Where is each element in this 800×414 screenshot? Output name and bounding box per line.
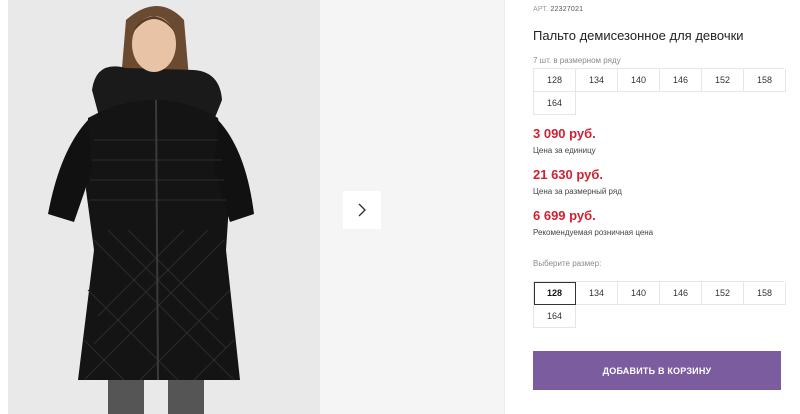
retail-price: 6 699 руб. <box>533 208 596 223</box>
size-select-grid: 128 134 140 146 152 158 164 <box>533 281 786 328</box>
unit-price: 3 090 руб. <box>533 126 596 141</box>
column-divider <box>504 0 505 414</box>
add-to-cart-button[interactable]: ДОБАВИТЬ В КОРЗИНУ <box>533 351 781 390</box>
unit-price-label: Цена за единицу <box>533 146 596 155</box>
pack-size-cell: 146 <box>660 69 702 92</box>
size-option-158[interactable]: 158 <box>744 282 786 305</box>
size-option-140[interactable]: 140 <box>618 282 660 305</box>
article-number: 22327021 <box>550 6 584 13</box>
size-option-128[interactable]: 128 <box>534 282 576 305</box>
article-label: АРТ. <box>533 6 549 13</box>
size-select-label: Выберите размер: <box>533 259 602 268</box>
pack-size-cell: 164 <box>534 92 576 115</box>
pack-size-cell: 128 <box>534 69 576 92</box>
size-option-152[interactable]: 152 <box>702 282 744 305</box>
pack-size-cell: 152 <box>702 69 744 92</box>
retail-price-label: Рекомендуемая розничная цена <box>533 228 654 237</box>
article-line: АРТ. 22327021 <box>533 6 583 13</box>
pack-size-grid: 128 134 140 146 152 158 164 <box>533 68 786 115</box>
product-photo <box>8 0 320 414</box>
product-photo-illustration <box>8 0 320 414</box>
next-image-button[interactable] <box>343 191 381 229</box>
pack-price: 21 630 руб. <box>533 167 604 182</box>
chevron-right-icon <box>358 203 366 217</box>
product-title: Пальто демисезонное для девочки <box>533 28 744 43</box>
pack-note: 7 шт. в размерном ряду <box>533 56 621 65</box>
size-option-134[interactable]: 134 <box>576 282 618 305</box>
pack-size-cell: 134 <box>576 69 618 92</box>
pack-size-cell: 158 <box>744 69 786 92</box>
pack-price-label: Цена за размерный ряд <box>533 187 622 196</box>
size-option-146[interactable]: 146 <box>660 282 702 305</box>
pack-size-cell: 140 <box>618 69 660 92</box>
size-option-164[interactable]: 164 <box>534 305 576 328</box>
